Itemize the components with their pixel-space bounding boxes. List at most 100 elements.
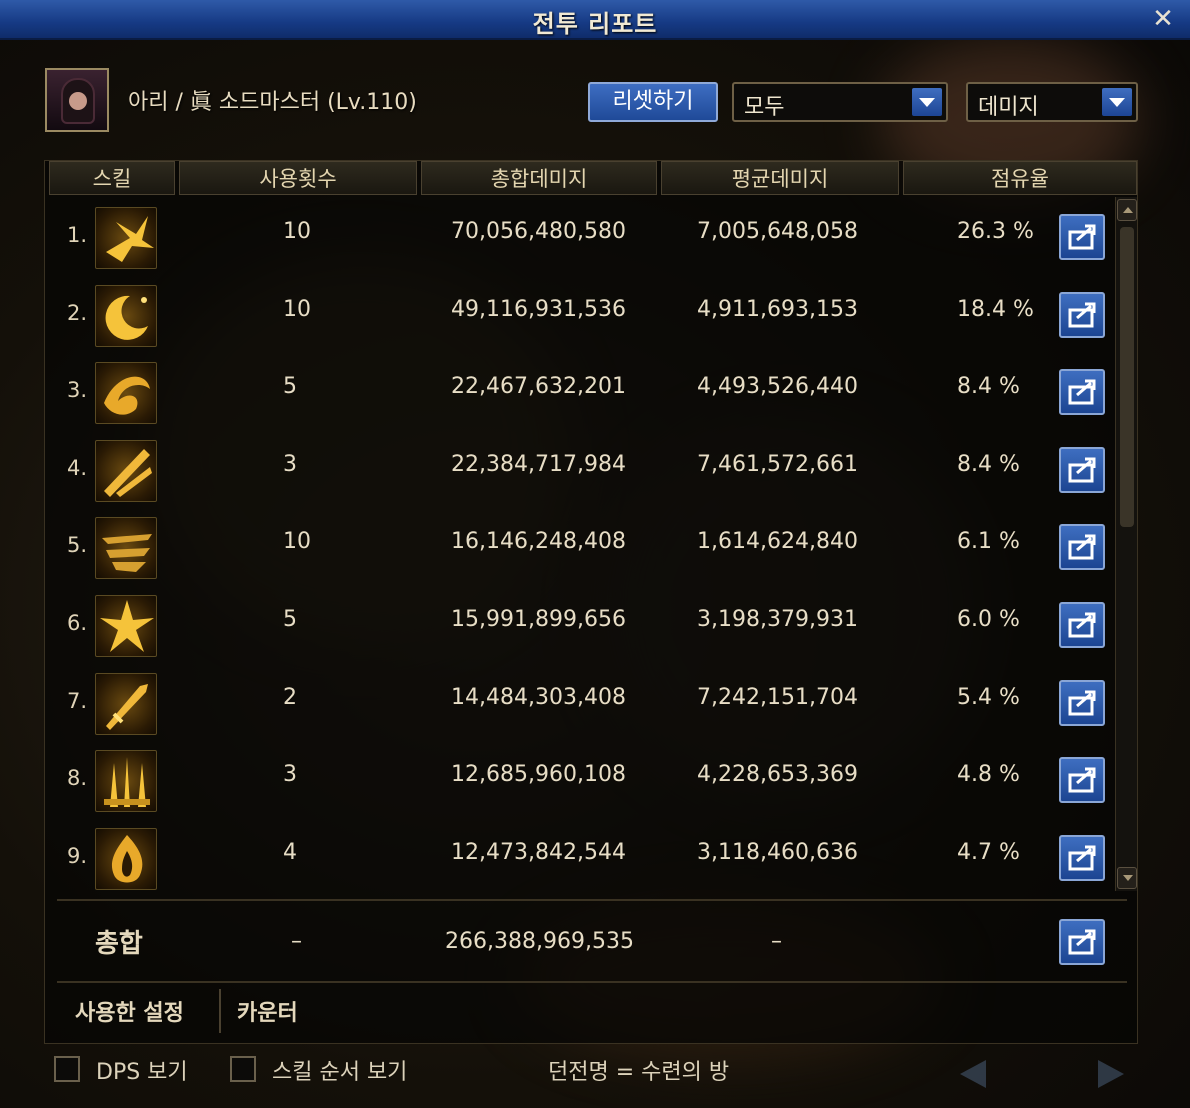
table-header: 스킬 사용횟수 총합데미지 평균데미지 점유율 — [45, 161, 1139, 197]
chevron-down-icon[interactable] — [1102, 88, 1132, 116]
share-icon — [1068, 690, 1096, 716]
row-average-damage: 7,461,572,661 — [697, 451, 858, 477]
share-icon — [1068, 929, 1096, 955]
header-average: 평균데미지 — [661, 161, 899, 195]
divider — [57, 899, 1127, 901]
row-average-damage: 4,228,653,369 — [697, 762, 858, 788]
row-count: 5 — [283, 607, 297, 632]
moon-icon — [95, 284, 157, 347]
filter-select[interactable]: 모두 — [732, 82, 948, 122]
row-share-button[interactable] — [1059, 834, 1105, 881]
table-row: 8. 3 12,685,960,108 4,228,653,369 4.8 % — [45, 742, 1115, 820]
row-average-damage: 7,242,151,704 — [697, 684, 858, 710]
dash-icon — [95, 517, 157, 580]
row-share: 8.4 % — [957, 374, 1020, 400]
row-rank: 9. — [67, 843, 88, 868]
row-count: 10 — [283, 529, 311, 555]
row-count: 10 — [283, 219, 311, 244]
prev-arrow-icon[interactable] — [960, 1060, 986, 1088]
row-count: 4 — [283, 839, 297, 865]
row-share-button[interactable] — [1059, 214, 1105, 260]
row-share-button[interactable] — [1059, 524, 1105, 571]
row-share: 4.8 % — [957, 762, 1020, 788]
close-icon[interactable]: ✕ — [1150, 6, 1176, 32]
row-average-damage: 3,118,460,636 — [697, 839, 858, 865]
flame-icon — [95, 827, 157, 890]
scroll-down-icon[interactable] — [1117, 867, 1137, 889]
skill-order-checkbox[interactable] — [230, 1056, 256, 1082]
row-total-damage: 49,116,931,536 — [451, 296, 626, 322]
next-arrow-icon[interactable] — [1098, 1060, 1124, 1088]
row-count: 3 — [283, 762, 297, 788]
row-share-button[interactable] — [1059, 679, 1105, 726]
share-icon — [1068, 534, 1096, 560]
row-share-button[interactable] — [1059, 757, 1105, 804]
scroll-up-icon[interactable] — [1117, 199, 1137, 221]
row-count: 5 — [283, 374, 297, 400]
dungeon-name: 던전명 = 수련의 방 — [548, 1060, 730, 1085]
table-row: 9. 4 12,473,842,544 3,118,460,636 4.7 % — [45, 820, 1115, 898]
row-share: 5.4 % — [957, 684, 1020, 710]
row-average-damage: 3,198,379,931 — [697, 607, 858, 632]
total-label: 총합 — [95, 929, 143, 959]
row-share: 6.1 % — [957, 529, 1020, 555]
dps-checkbox[interactable] — [54, 1056, 80, 1082]
row-rank: 4. — [67, 455, 88, 480]
row-total-damage: 12,685,960,108 — [451, 762, 626, 788]
tab-counter[interactable]: 카운터 — [237, 995, 298, 1027]
table-row: 4. 3 22,384,717,984 7,461,572,661 8.4 % — [45, 432, 1115, 510]
row-share-button[interactable] — [1059, 291, 1105, 338]
share-icon — [1068, 845, 1096, 871]
table-row: 2. 10 49,116,931,536 4,911,693,153 18.4 … — [45, 277, 1115, 355]
row-total-damage: 70,056,480,580 — [451, 219, 626, 244]
share-icon — [1068, 612, 1096, 638]
share-icon — [1068, 224, 1096, 250]
dps-label: DPS 보기 — [96, 1060, 188, 1085]
table-row: 7. 2 14,484,303,408 7,242,151,704 5.4 % — [45, 665, 1115, 743]
share-icon — [1068, 767, 1096, 793]
total-average: – — [771, 929, 782, 954]
row-share-button[interactable] — [1059, 369, 1105, 416]
reset-button[interactable]: 리셋하기 — [588, 82, 718, 122]
scrollbar[interactable] — [1115, 197, 1137, 891]
share-icon — [1068, 379, 1096, 405]
total-count: – — [291, 929, 302, 954]
table-row: 5. 10 16,146,248,408 1,614,624,840 6.1 % — [45, 509, 1115, 587]
row-share: 8.4 % — [957, 451, 1020, 477]
row-total-damage: 12,473,842,544 — [451, 839, 626, 865]
row-total-damage: 16,146,248,408 — [451, 529, 626, 555]
swirl-icon — [95, 362, 157, 425]
sword-icon — [95, 672, 157, 735]
row-total-damage: 22,384,717,984 — [451, 451, 626, 477]
row-average-damage: 4,911,693,153 — [697, 296, 858, 322]
row-rank: 6. — [67, 611, 88, 635]
metric-select[interactable]: 데미지 — [966, 82, 1138, 122]
star-icon — [95, 595, 157, 657]
row-total-damage: 15,991,899,656 — [451, 607, 626, 632]
row-average-damage: 1,614,624,840 — [697, 529, 858, 555]
row-average-damage: 7,005,648,058 — [697, 219, 858, 244]
filter-select-value: 모두 — [744, 95, 785, 120]
tab-used-settings[interactable]: 사용한 설정 — [75, 995, 184, 1027]
row-rank: 8. — [67, 766, 88, 791]
row-rank: 3. — [67, 378, 88, 403]
share-icon — [1068, 302, 1096, 328]
tab-divider — [219, 989, 221, 1033]
total-share-button[interactable] — [1059, 919, 1105, 965]
row-total-damage: 14,484,303,408 — [451, 684, 626, 710]
slash-icon — [95, 439, 157, 502]
row-average-damage: 4,493,526,440 — [697, 374, 858, 400]
row-rank: 2. — [67, 300, 88, 325]
row-share-button[interactable] — [1059, 446, 1105, 493]
avatar — [45, 68, 109, 132]
footer: DPS 보기 스킬 순서 보기 던전명 = 수련의 방 — [0, 1048, 1190, 1108]
row-share-button[interactable] — [1059, 602, 1105, 648]
header-skill: 스킬 — [49, 161, 175, 195]
swords-icon — [95, 750, 157, 813]
row-rank: 5. — [67, 533, 88, 558]
row-total-damage: 22,467,632,201 — [451, 374, 626, 400]
bottom-tabs: 사용한 설정 카운터 — [57, 983, 1127, 1041]
chevron-down-icon[interactable] — [912, 88, 942, 116]
header-total: 총합데미지 — [421, 161, 657, 195]
scroll-thumb[interactable] — [1120, 227, 1134, 527]
